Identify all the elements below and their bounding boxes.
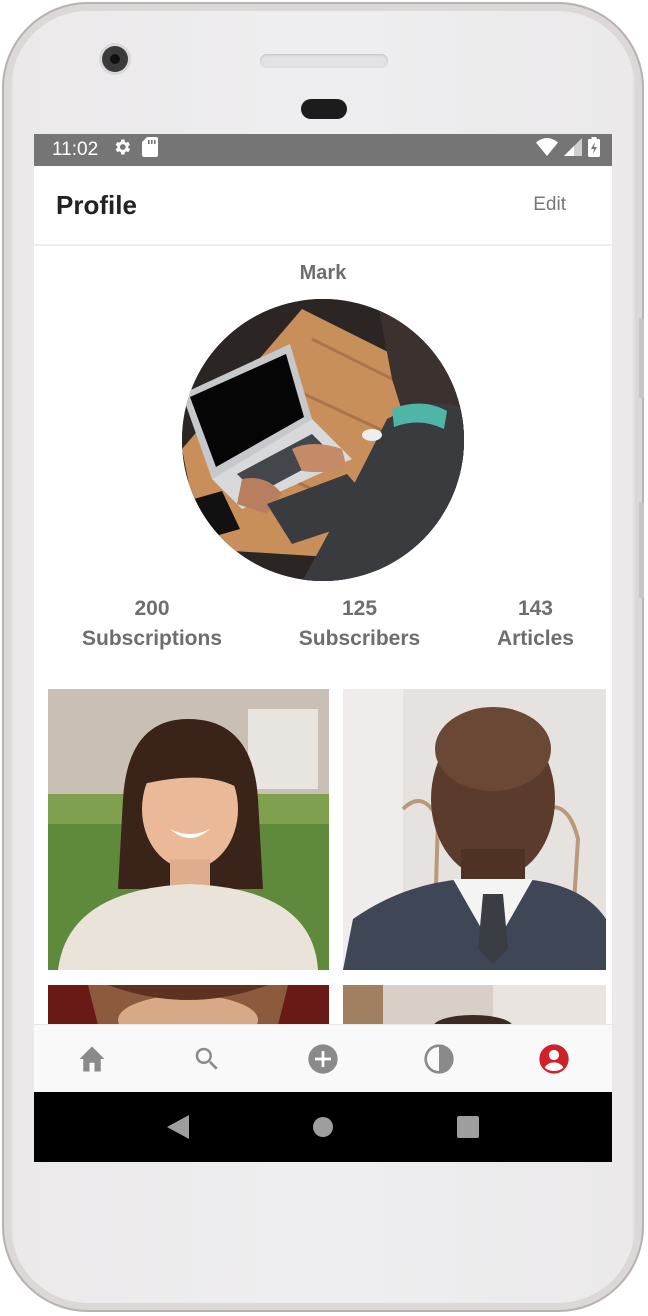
sd-card-icon bbox=[142, 137, 159, 163]
stat-label: Subscribers bbox=[298, 627, 421, 650]
contrast-icon bbox=[423, 1044, 454, 1074]
grid-item-man-in-suit[interactable] bbox=[343, 689, 606, 970]
search-icon bbox=[196, 1047, 219, 1070]
add-circle-icon bbox=[308, 1044, 338, 1074]
stat-subscriptions[interactable]: 200 Subscriptions bbox=[82, 597, 222, 651]
stat-value: 125 bbox=[341, 597, 378, 620]
woman-red-hair-photo bbox=[48, 985, 329, 1025]
status-time: 11:02 bbox=[52, 139, 99, 160]
page-title: Profile bbox=[56, 189, 137, 220]
front-camera bbox=[102, 46, 128, 72]
man-in-suit-photo bbox=[343, 689, 606, 970]
home-icon bbox=[79, 1046, 105, 1072]
grid-item-woman-portrait[interactable] bbox=[48, 689, 329, 970]
edit-button[interactable]: Edit bbox=[533, 194, 566, 216]
nav-home[interactable] bbox=[62, 1029, 122, 1089]
profile-name: Mark bbox=[299, 262, 347, 284]
laptop-photo bbox=[182, 299, 464, 581]
system-navigation-bar bbox=[34, 1092, 612, 1162]
proximity-sensor bbox=[301, 99, 347, 119]
wifi-icon bbox=[536, 138, 558, 162]
grid-item-woman-red-hair[interactable] bbox=[48, 985, 329, 1025]
earpiece-speaker bbox=[260, 54, 388, 68]
stat-value: 200 bbox=[134, 597, 170, 620]
profile-stats: 200 Subscriptions 125 Subscribers 143 Ar… bbox=[34, 597, 612, 651]
power-button bbox=[639, 502, 644, 598]
app-screen: 11:02 Profile Edit Mark 200 Subscription… bbox=[34, 134, 612, 1162]
nav-search[interactable] bbox=[177, 1029, 237, 1089]
gear-icon bbox=[112, 137, 132, 163]
volume-button bbox=[639, 318, 644, 398]
nav-add[interactable] bbox=[293, 1029, 353, 1089]
person-photo bbox=[343, 985, 606, 1025]
nav-profile[interactable] bbox=[524, 1029, 584, 1089]
account-icon bbox=[539, 1044, 569, 1074]
bottom-navigation bbox=[34, 1024, 612, 1093]
home-circle-icon[interactable] bbox=[312, 1116, 334, 1138]
grid-item-person[interactable] bbox=[343, 985, 606, 1025]
stat-label: Subscriptions bbox=[82, 627, 223, 650]
back-icon[interactable] bbox=[167, 1115, 190, 1139]
stat-label: Articles bbox=[496, 627, 574, 650]
status-bar: 11:02 bbox=[34, 134, 612, 166]
signal-icon bbox=[564, 138, 582, 162]
battery-charging-icon bbox=[588, 137, 600, 163]
nav-theme[interactable] bbox=[409, 1029, 469, 1089]
stat-value: 143 bbox=[517, 597, 553, 620]
recents-icon[interactable] bbox=[456, 1116, 479, 1138]
stat-articles[interactable]: 143 Articles bbox=[497, 597, 574, 651]
profile-avatar[interactable] bbox=[182, 299, 464, 581]
woman-portrait-photo bbox=[48, 689, 329, 970]
app-bar: Profile Edit bbox=[34, 166, 612, 246]
stat-subscribers[interactable]: 125 Subscribers bbox=[299, 597, 420, 651]
